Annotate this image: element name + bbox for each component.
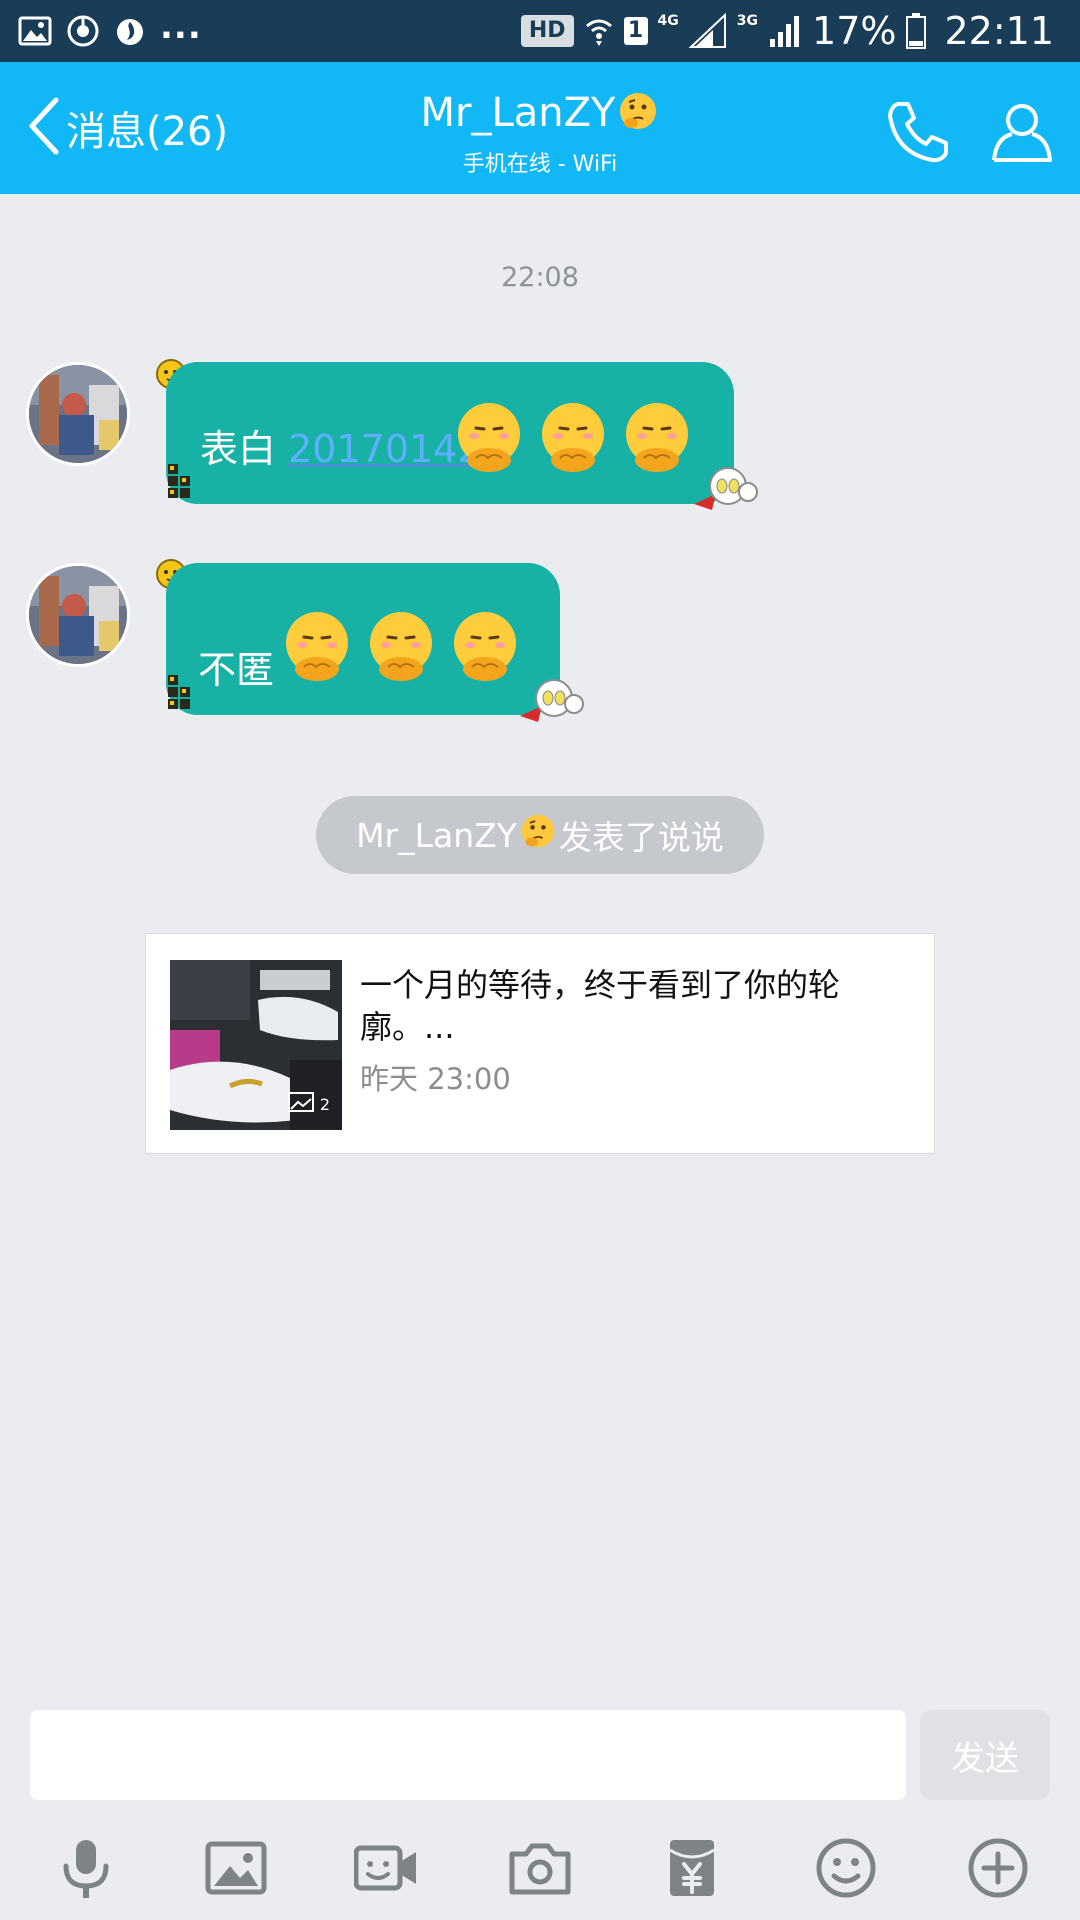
battery-percent: 17%	[812, 9, 897, 53]
shared-post-card[interactable]: 2 一个月的等待，终于看到了你的轮廓。... 昨天 23:00	[145, 933, 935, 1154]
photo-count: 2	[287, 1092, 330, 1116]
more-notifications: ...	[160, 7, 202, 47]
camera-icon	[508, 1836, 572, 1900]
more-button[interactable]	[966, 1836, 1030, 1900]
message-input[interactable]	[30, 1710, 906, 1800]
video-call-button[interactable]	[354, 1836, 418, 1900]
ultraman-pendant-icon	[690, 460, 760, 520]
network-type-2: 3G	[736, 13, 759, 29]
system-notice[interactable]: Mr_LanZY 发表了说说	[316, 796, 764, 874]
thinking-emoji-icon	[617, 90, 659, 142]
red-packet-icon	[660, 1836, 724, 1900]
signal-icon	[688, 13, 727, 49]
emoji-button[interactable]	[814, 1836, 878, 1900]
signal-bars-icon	[768, 13, 802, 49]
contact-name: Mr_LanZY	[420, 90, 616, 136]
shy-face-emoji-icon	[626, 403, 688, 472]
voice-button[interactable]	[54, 1836, 118, 1900]
notice-action: 发表了说说	[558, 818, 724, 857]
bubble-corner-decoration-icon	[166, 462, 194, 508]
shy-face-emoji-icon	[454, 612, 516, 681]
message-bubble[interactable]: 表白 20170142	[166, 362, 734, 504]
post-time: 昨天 23:00	[360, 1062, 511, 1096]
gallery-notification-icon	[18, 16, 52, 46]
red-packet-button[interactable]	[660, 1836, 724, 1900]
ultraman-pendant-icon	[516, 672, 586, 732]
shy-face-emoji-icon	[370, 612, 432, 681]
message-bubble[interactable]: 不匿	[166, 563, 560, 715]
image-icon	[204, 1836, 268, 1900]
phone-icon	[884, 102, 952, 170]
photo-button[interactable]	[204, 1836, 268, 1900]
app-notification-icon	[66, 14, 100, 48]
video-icon	[354, 1836, 418, 1900]
sim-badge: 1	[623, 17, 648, 45]
notice-name: Mr_LanZY	[356, 815, 517, 855]
post-thumbnail: 2	[170, 960, 342, 1130]
flame-notification-icon	[114, 14, 146, 48]
profile-button[interactable]	[988, 98, 1056, 166]
chat-header: 消息(26) Mr_LanZY 手机在线 - WiFi	[0, 62, 1080, 194]
shy-face-emoji-icon	[458, 403, 520, 472]
battery-icon	[906, 13, 927, 49]
message-text: 表白 20170142	[200, 427, 482, 471]
user-icon	[988, 104, 1056, 170]
contact-avatar[interactable]	[26, 362, 130, 466]
contact-avatar[interactable]	[26, 563, 130, 667]
bubble-corner-decoration-icon	[166, 673, 194, 719]
message-timestamp: 22:08	[501, 262, 579, 293]
wifi-icon	[584, 14, 614, 48]
post-text: 一个月的等待，终于看到了你的轮廓。...	[360, 966, 841, 1046]
shy-face-emoji-icon	[542, 403, 604, 472]
emoji-icon	[814, 1836, 878, 1900]
hd-badge: HD	[520, 15, 574, 47]
camera-button[interactable]	[508, 1836, 572, 1900]
thinking-emoji-icon	[519, 812, 557, 858]
photo-stack-icon	[287, 1092, 314, 1116]
plus-icon	[966, 1836, 1030, 1900]
status-bar: ... HD 1 4G 3G 17% 22:11	[0, 0, 1080, 62]
shy-face-emoji-icon	[286, 612, 348, 681]
clock: 22:11	[944, 9, 1054, 53]
phone-call-button[interactable]	[884, 98, 952, 166]
network-type-1: 4G	[657, 13, 679, 29]
microphone-icon	[54, 1836, 118, 1900]
send-button[interactable]: 发送	[920, 1710, 1050, 1800]
message-text: 不匿	[198, 648, 275, 692]
